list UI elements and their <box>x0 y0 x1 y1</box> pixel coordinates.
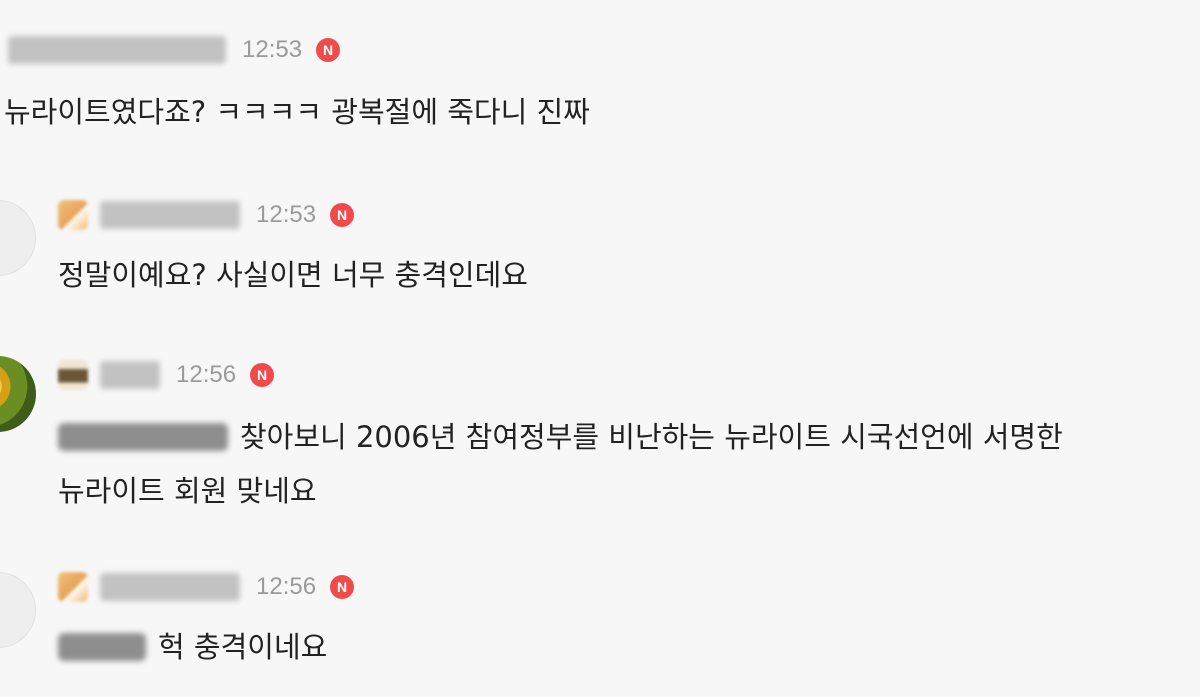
comment-text-line: 찾아보니 2006년 참여정부를 비난하는 뉴라이트 시국선언에 서명한 <box>240 420 1063 454</box>
author-nickname-blurred[interactable] <box>100 201 240 229</box>
comment-text: 정말이예요? 사실이면 너무 충격인데요 <box>58 258 528 292</box>
mention-tag-blurred[interactable] <box>58 633 146 661</box>
new-badge: N <box>316 38 341 62</box>
new-badge: N <box>250 363 275 387</box>
level-icon <box>58 200 88 230</box>
new-badge: N <box>330 203 355 227</box>
author-nickname-blurred[interactable] <box>8 36 226 64</box>
comment-header: 12:53 N <box>58 198 355 232</box>
comment-feed: 12:53 N 뉴라이트였다죠? ㅋㅋㅋㅋ 광복절에 죽다니 진짜 12:53 … <box>0 0 1200 697</box>
comment-text: 헉 충격이네요 <box>58 620 327 674</box>
avatar[interactable] <box>0 356 36 432</box>
comment-text: 뉴라이트였다죠? ㅋㅋㅋㅋ 광복절에 죽다니 진짜 <box>4 95 590 129</box>
avatar[interactable] <box>0 572 36 648</box>
level-icon <box>58 572 88 602</box>
comment-text-line: 헉 충격이네요 <box>158 630 328 664</box>
new-badge: N <box>330 575 355 599</box>
comment-text: 찾아보니 2006년 참여정부를 비난하는 뉴라이트 시국선언에 서명한 뉴라이… <box>58 410 1063 518</box>
author-nickname-blurred[interactable] <box>100 361 160 389</box>
comment-header: 12:56 N <box>58 570 355 604</box>
avatar[interactable] <box>0 200 36 276</box>
comment-header: 12:53 N <box>8 33 341 67</box>
comment-timestamp: 12:56 <box>256 573 317 600</box>
comment-timestamp: 12:53 <box>256 201 317 228</box>
comment-header: 12:56 N <box>58 358 275 392</box>
comment-timestamp: 12:56 <box>176 361 237 388</box>
mention-tag-blurred[interactable] <box>58 423 228 451</box>
comment-timestamp: 12:53 <box>242 36 303 63</box>
comment-text-line: 뉴라이트 회원 맞네요 <box>58 474 317 508</box>
author-nickname-blurred[interactable] <box>100 573 240 601</box>
level-icon <box>58 360 88 390</box>
